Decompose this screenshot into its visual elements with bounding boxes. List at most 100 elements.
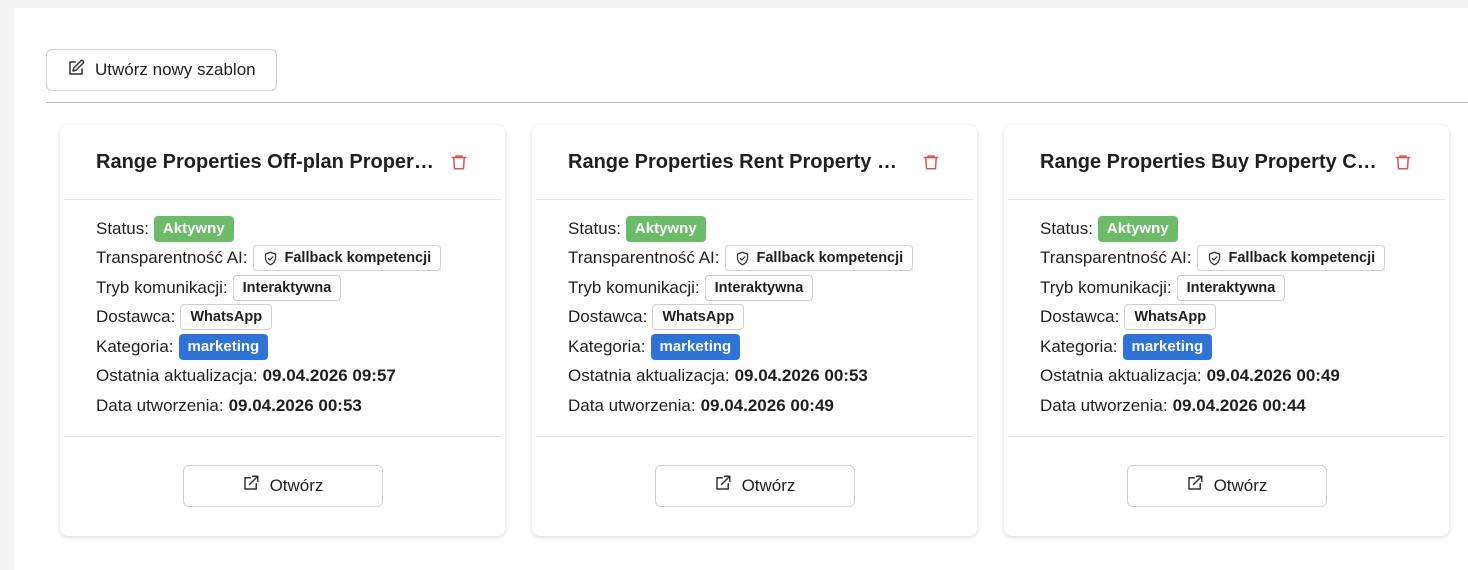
toolbar-divider — [46, 102, 1468, 103]
trash-icon[interactable] — [448, 151, 469, 173]
provider-label: Dostawca: — [1040, 307, 1120, 327]
last-updated-label: Ostatnia aktualizacja: — [1040, 366, 1202, 386]
status-badge: Aktywny — [1097, 215, 1178, 242]
status-label: Status: — [568, 218, 621, 238]
comm-mode-row: Tryb komunikacji: Interaktywna — [568, 273, 941, 303]
status-label: Status: — [1040, 218, 1093, 238]
trash-icon[interactable] — [1392, 151, 1413, 173]
last-updated-value: 09.04.2026 00:53 — [734, 366, 868, 386]
edit-icon — [67, 59, 85, 82]
open-button[interactable]: Otwórz — [1126, 464, 1327, 507]
provider-badge: WhatsApp — [1124, 304, 1217, 331]
open-label: Otwórz — [1213, 475, 1268, 495]
card-title: Range Properties Buy Property Campaign — [1040, 150, 1380, 173]
ai-transparency-value: Fallback kompetencji — [284, 250, 432, 267]
shield-check-icon — [1208, 251, 1220, 266]
card-body: Status: Aktywny Transparentność AI: Fall… — [64, 200, 501, 437]
last-updated-label: Ostatnia aktualizacja: — [96, 366, 258, 386]
ai-transparency-label: Transparentność AI: — [568, 248, 720, 268]
provider-badge: WhatsApp — [180, 304, 273, 331]
card-body: Status: Aktywny Transparentność AI: Fall… — [1008, 200, 1445, 437]
ai-transparency-badge: Fallback kompetencji — [1196, 245, 1386, 272]
provider-row: Dostawca: WhatsApp — [1040, 303, 1413, 333]
status-row: Status: Aktywny — [568, 214, 941, 244]
comm-mode-row: Tryb komunikacji: Interaktywna — [1040, 273, 1413, 303]
comm-mode-row: Tryb komunikacji: Interaktywna — [96, 273, 469, 303]
status-badge: Aktywny — [153, 215, 234, 242]
comm-mode-badge: Interaktywna — [232, 274, 342, 301]
status-badge: Aktywny — [625, 215, 706, 242]
card-header: Range Properties Rent Property Campaign — [536, 125, 973, 200]
comm-mode-badge: Interaktywna — [704, 274, 814, 301]
status-row: Status: Aktywny — [1040, 214, 1413, 244]
last-updated-value: 09.04.2026 00:49 — [1206, 366, 1340, 386]
create-template-label: Utwórz nowy szablon — [95, 60, 256, 79]
open-button[interactable]: Otwórz — [654, 464, 855, 507]
created-row: Data utworzenia: 09.04.2026 00:44 — [1040, 391, 1413, 421]
category-badge: marketing — [650, 333, 741, 360]
category-label: Kategoria: — [568, 336, 646, 356]
card-title: Range Properties Rent Property Campaign — [568, 150, 908, 173]
provider-label: Dostawca: — [568, 307, 648, 327]
template-card: Range Properties Rent Property Campaign … — [532, 125, 977, 536]
last-updated-row: Ostatnia aktualizacja: 09.04.2026 09:57 — [96, 362, 469, 392]
category-label: Kategoria: — [1040, 336, 1118, 356]
provider-row: Dostawca: WhatsApp — [568, 303, 941, 333]
open-label: Otwórz — [741, 475, 796, 495]
status-row: Status: Aktywny — [96, 214, 469, 244]
card-footer: Otwórz — [532, 437, 977, 534]
external-link-icon — [1186, 474, 1204, 497]
status-label: Status: — [96, 218, 149, 238]
last-updated-label: Ostatnia aktualizacja: — [568, 366, 730, 386]
open-button[interactable]: Otwórz — [182, 464, 383, 507]
card-footer: Otwórz — [60, 437, 505, 534]
ai-transparency-badge: Fallback kompetencji — [252, 245, 442, 272]
category-row: Kategoria: marketing — [568, 332, 941, 362]
card-footer: Otwórz — [1004, 437, 1449, 534]
shield-check-icon — [264, 251, 276, 266]
created-row: Data utworzenia: 09.04.2026 00:53 — [96, 391, 469, 421]
ai-transparency-label: Transparentność AI: — [96, 248, 248, 268]
open-label: Otwórz — [269, 475, 324, 495]
external-link-icon — [242, 474, 260, 497]
ai-transparency-row: Transparentność AI: Fallback kompetencji — [1040, 244, 1413, 274]
last-updated-row: Ostatnia aktualizacja: 09.04.2026 00:49 — [1040, 362, 1413, 392]
ai-transparency-badge: Fallback kompetencji — [724, 245, 914, 272]
created-row: Data utworzenia: 09.04.2026 00:49 — [568, 391, 941, 421]
last-updated-value: 09.04.2026 09:57 — [262, 366, 396, 386]
card-title: Range Properties Off-plan Property Campa… — [96, 150, 436, 173]
category-badge: marketing — [1122, 333, 1213, 360]
provider-badge: WhatsApp — [652, 304, 745, 331]
card-header: Range Properties Off-plan Property Campa… — [64, 125, 501, 200]
provider-row: Dostawca: WhatsApp — [96, 303, 469, 333]
category-row: Kategoria: marketing — [96, 332, 469, 362]
trash-icon[interactable] — [920, 151, 941, 173]
created-label: Data utworzenia: — [1040, 395, 1168, 415]
ai-transparency-value: Fallback kompetencji — [1228, 250, 1376, 267]
ai-transparency-label: Transparentność AI: — [1040, 248, 1192, 268]
template-card: Range Properties Buy Property Campaign S… — [1004, 125, 1449, 536]
comm-mode-label: Tryb komunikacji: — [568, 277, 700, 297]
created-value: 09.04.2026 00:44 — [1172, 395, 1306, 415]
created-label: Data utworzenia: — [96, 395, 224, 415]
last-updated-row: Ostatnia aktualizacja: 09.04.2026 00:53 — [568, 362, 941, 392]
external-link-icon — [714, 474, 732, 497]
ai-transparency-row: Transparentność AI: Fallback kompetencji — [568, 244, 941, 274]
provider-label: Dostawca: — [96, 307, 176, 327]
shield-check-icon — [736, 251, 748, 266]
created-value: 09.04.2026 00:53 — [228, 395, 362, 415]
create-template-button[interactable]: Utwórz nowy szablon — [46, 49, 277, 91]
category-row: Kategoria: marketing — [1040, 332, 1413, 362]
category-label: Kategoria: — [96, 336, 174, 356]
created-label: Data utworzenia: — [568, 395, 696, 415]
comm-mode-label: Tryb komunikacji: — [1040, 277, 1172, 297]
comm-mode-badge: Interaktywna — [1176, 274, 1286, 301]
comm-mode-label: Tryb komunikacji: — [96, 277, 228, 297]
ai-transparency-row: Transparentność AI: Fallback kompetencji — [96, 244, 469, 274]
created-value: 09.04.2026 00:49 — [700, 395, 834, 415]
card-header: Range Properties Buy Property Campaign — [1008, 125, 1445, 200]
category-badge: marketing — [178, 333, 269, 360]
card-body: Status: Aktywny Transparentność AI: Fall… — [536, 200, 973, 437]
template-card: Range Properties Off-plan Property Campa… — [60, 125, 505, 536]
toolbar: Utwórz nowy szablon — [46, 49, 277, 91]
